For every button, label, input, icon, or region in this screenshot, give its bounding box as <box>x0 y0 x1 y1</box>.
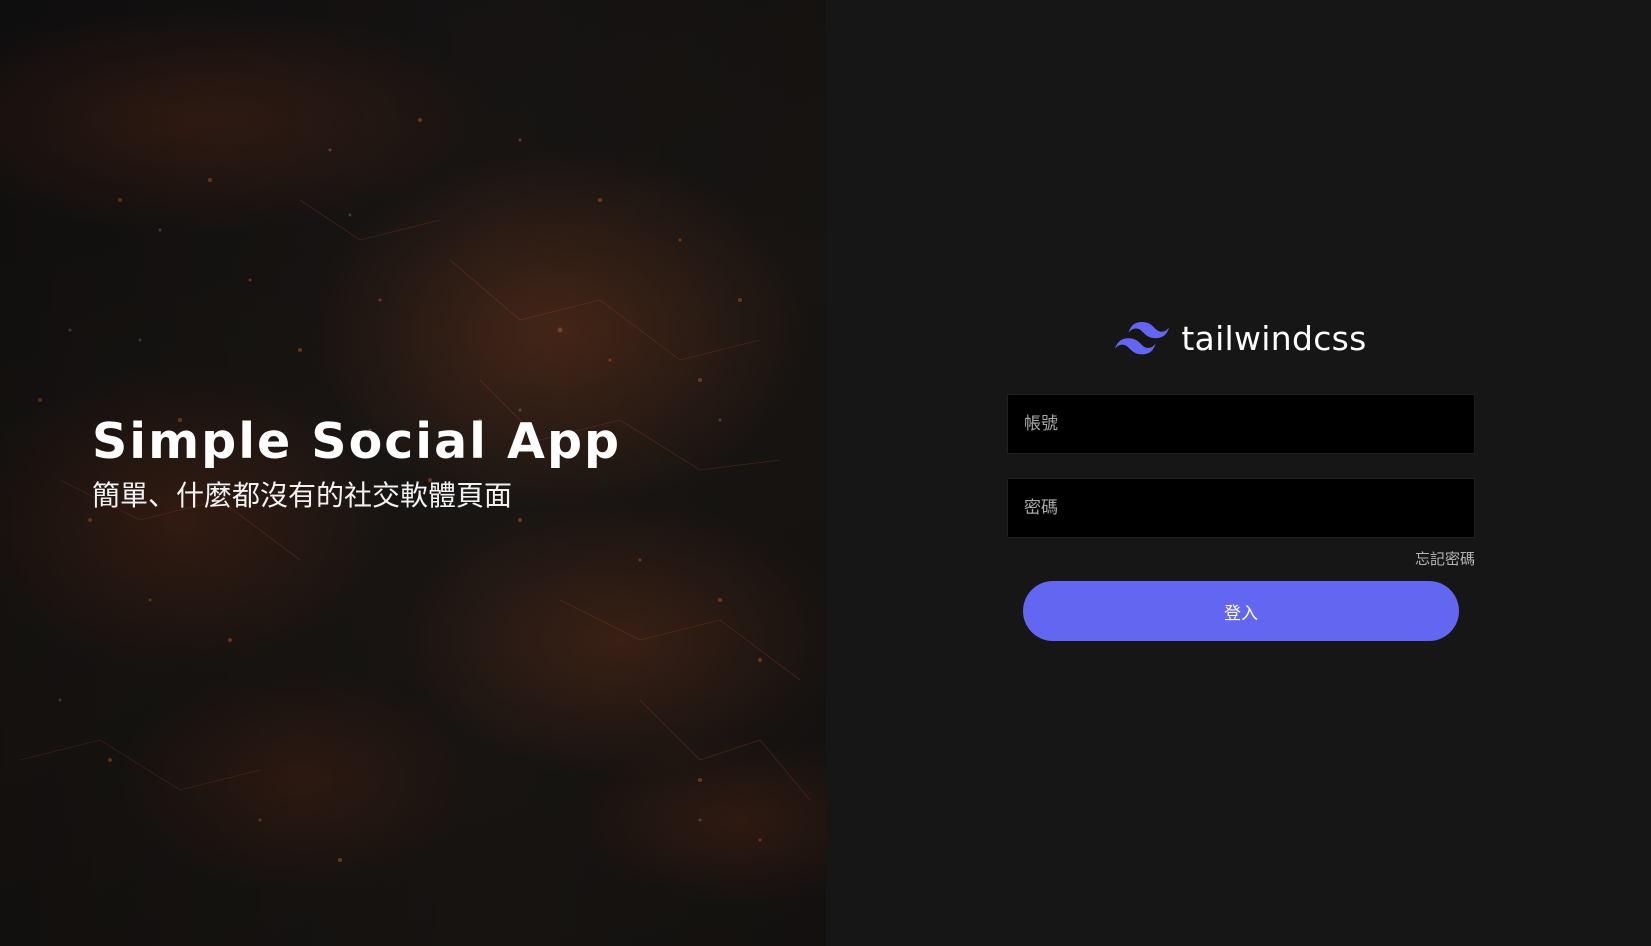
login-button[interactable]: 登入 <box>1023 581 1459 641</box>
login-form: tailwindcss 忘記密碼 登入 <box>1007 316 1475 641</box>
hero-title: Simple Social App <box>92 413 622 470</box>
account-input[interactable] <box>1007 394 1475 454</box>
brand-logo: tailwindcss <box>1007 316 1475 360</box>
hero-panel: Simple Social App 簡單、什麼都沒有的社交軟體頁面 <box>0 0 826 946</box>
forgot-password-link[interactable]: 忘記密碼 <box>1007 548 1475 569</box>
hero-text: Simple Social App 簡單、什麼都沒有的社交軟體頁面 <box>92 410 621 518</box>
login-panel: tailwindcss 忘記密碼 登入 <box>826 0 1651 946</box>
tailwind-wave-icon <box>1115 322 1170 355</box>
password-input[interactable] <box>1007 478 1475 538</box>
hero-subtitle: 簡單、什麼都沒有的社交軟體頁面 <box>92 479 513 512</box>
login-page: Simple Social App 簡單、什麼都沒有的社交軟體頁面 tailwi… <box>0 0 1651 946</box>
brand-name: tailwindcss <box>1181 318 1367 358</box>
